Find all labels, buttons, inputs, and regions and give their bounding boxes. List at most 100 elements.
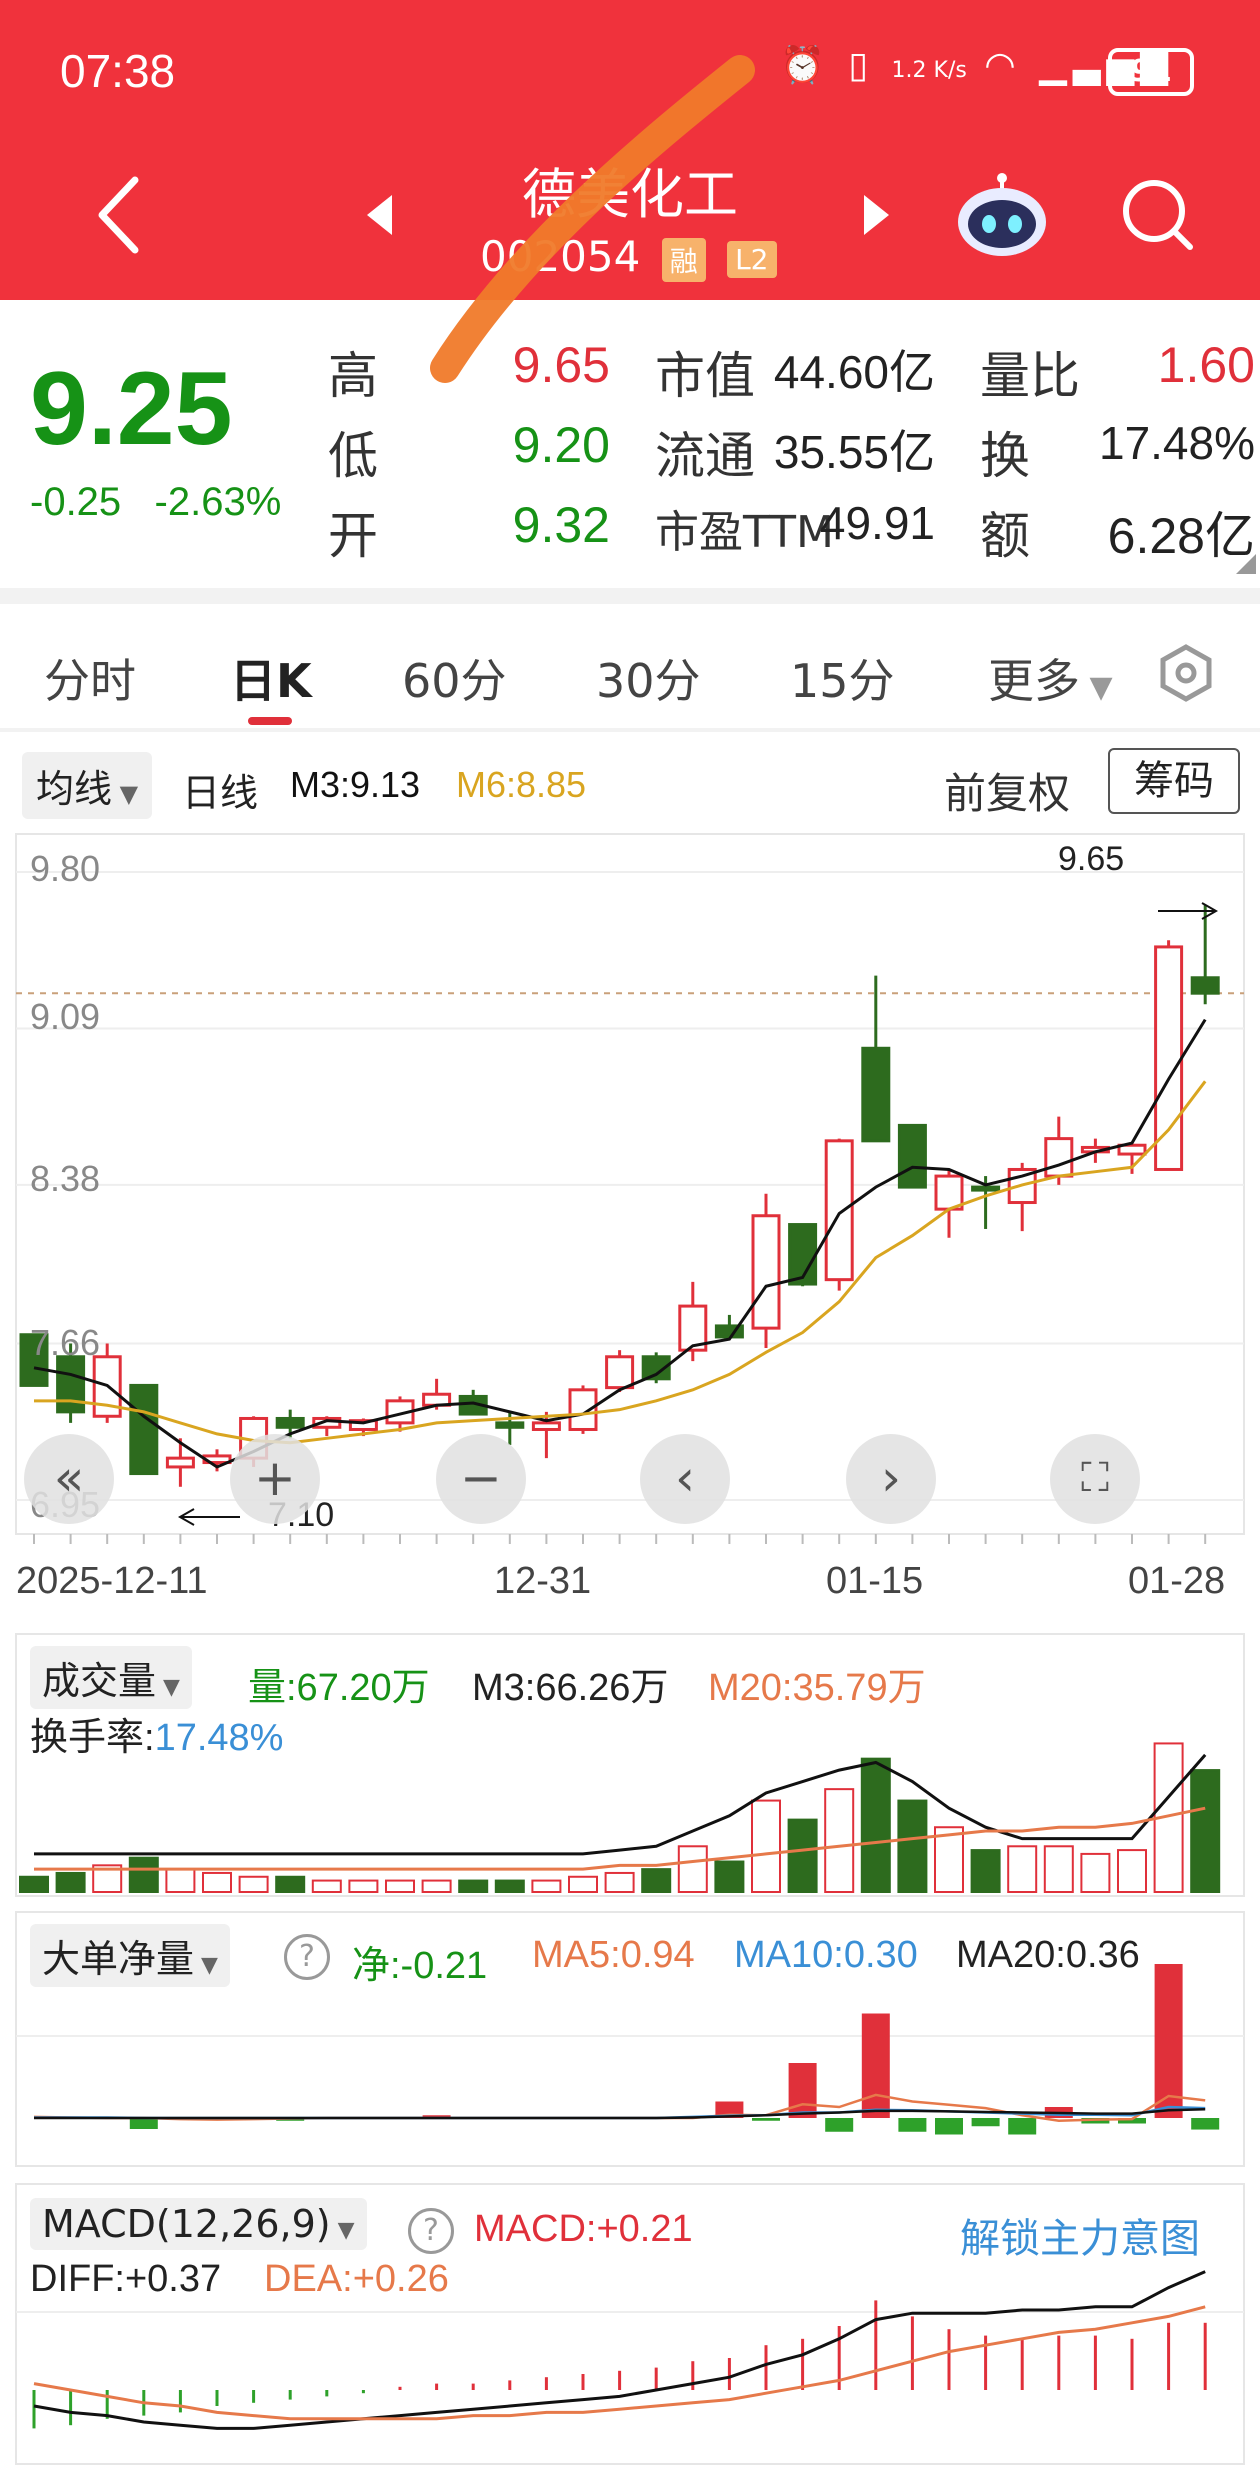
next-stock-icon[interactable] xyxy=(858,190,894,240)
macd-bar xyxy=(618,2370,622,2390)
macd-bar xyxy=(69,2390,73,2426)
stock-name: 德美化工 xyxy=(522,163,738,226)
tab-intraday[interactable]: 分时 xyxy=(44,645,136,711)
float-value: 35.55亿 xyxy=(773,426,935,478)
adjust-button[interactable]: 前复权 xyxy=(944,760,1070,821)
x-date-label: 12-31 xyxy=(494,1560,592,1602)
tab-15min[interactable]: 15分 xyxy=(790,645,895,711)
price-change: -0.25 -2.63% xyxy=(30,480,281,525)
bigorder-chart[interactable] xyxy=(0,1908,1260,2168)
pe-value: 49.91 xyxy=(819,497,935,549)
volume-chart[interactable] xyxy=(0,1630,1260,1900)
macd-bar xyxy=(1093,2335,1097,2390)
candle-body xyxy=(495,1421,525,1429)
scroll-right-button[interactable]: › xyxy=(846,1434,936,1524)
stock-code-row: 002054 融 L2 xyxy=(480,232,777,282)
tab-60min[interactable]: 60分 xyxy=(402,645,507,711)
volume-bar xyxy=(55,1871,86,1894)
chevron-down-icon: ▼ xyxy=(112,780,139,808)
macd-bar xyxy=(544,2377,548,2390)
volume-bar xyxy=(1080,1852,1111,1894)
macd-bar xyxy=(325,2390,329,2397)
stock-code: 002054 xyxy=(480,232,641,281)
mktcap-value: 44.60亿 xyxy=(773,346,935,398)
level2-tag: L2 xyxy=(727,241,777,278)
bigorder-bar xyxy=(935,2118,963,2135)
scroll-left-button[interactable]: ‹ xyxy=(640,1434,730,1524)
bigorder-bar xyxy=(971,2118,1000,2127)
volume-bar xyxy=(202,1871,232,1894)
candle-body xyxy=(56,1355,86,1414)
volume-bar xyxy=(641,1868,672,1893)
ma-dropdown[interactable]: 均线 ▼ xyxy=(22,752,153,819)
open-value: 9.32 xyxy=(512,497,610,553)
zoom-in-button[interactable]: + xyxy=(230,1434,320,1524)
volume-bar xyxy=(458,1879,489,1893)
bigorder-bar xyxy=(1008,2118,1037,2135)
candle-body xyxy=(275,1416,305,1429)
bigorder-bar xyxy=(788,2063,817,2118)
candle-body xyxy=(897,1123,927,1189)
change-percent: -2.63% xyxy=(154,480,282,524)
search-icon[interactable] xyxy=(1118,175,1198,255)
volume-bar xyxy=(128,1856,159,1893)
net-speed: 1.2 K/s xyxy=(891,58,967,83)
robot-assistant-icon[interactable] xyxy=(952,172,1052,262)
candle-body xyxy=(971,1185,1001,1192)
vol-ratio-label: 量比 xyxy=(980,347,1080,405)
tab-more-label: 更多 xyxy=(988,654,1080,708)
macd-bar xyxy=(178,2390,182,2413)
x-date-label: 01-15 xyxy=(826,1560,924,1602)
wifi-icon: ◠ xyxy=(984,45,1022,86)
volume-bar xyxy=(165,1868,196,1893)
margin-tag: 融 xyxy=(661,237,706,282)
macd-line-dea xyxy=(33,2305,1206,2421)
candle-body xyxy=(934,1174,964,1211)
y-tick: 9.09 xyxy=(30,996,101,1037)
x-date-label: 01-28 xyxy=(1128,1560,1226,1602)
settings-hexagon-icon[interactable] xyxy=(1156,643,1216,703)
battery-indicator: 91 xyxy=(1108,48,1194,96)
macd-bar xyxy=(910,2316,914,2390)
scroll-to-start-button[interactable]: « xyxy=(24,1434,114,1524)
macd-bar xyxy=(581,2374,585,2390)
change-value: -0.25 xyxy=(30,480,122,524)
status-time: 07:38 xyxy=(60,45,176,97)
macd-chart[interactable] xyxy=(0,2180,1260,2466)
tab-daily-k[interactable]: 日K xyxy=(230,645,312,711)
macd-bar xyxy=(252,2390,256,2403)
divider xyxy=(0,728,1260,732)
macd-bar xyxy=(1167,2322,1171,2390)
chevron-down-icon: ▼ xyxy=(1080,670,1113,705)
volume-bar xyxy=(824,1788,855,1893)
volume-bar xyxy=(275,1875,306,1894)
ma-dropdown-label: 均线 xyxy=(36,767,113,811)
ma3-value: M3:9.13 xyxy=(290,764,421,805)
turnover-label: 换 xyxy=(980,427,1030,485)
high-mark-label: 9.65 xyxy=(1058,840,1125,878)
volume-bar xyxy=(1007,1845,1038,1894)
macd-bar xyxy=(215,2390,219,2406)
ma6-value: M6:8.85 xyxy=(456,764,587,805)
tab-30min[interactable]: 30分 xyxy=(596,645,701,711)
tab-more[interactable]: 更多 ▼ xyxy=(988,645,1113,711)
period-label: 日线 xyxy=(182,773,259,815)
fullscreen-button[interactable]: ⛶ xyxy=(1050,1434,1140,1524)
x-date-label: 2025-12-11 xyxy=(16,1560,208,1602)
macd-bar xyxy=(691,2361,695,2390)
low-value: 9.20 xyxy=(512,417,610,473)
bigorder-bar xyxy=(129,2118,158,2129)
candle-body xyxy=(531,1421,561,1431)
volume-bar xyxy=(897,1799,928,1893)
volume-bar xyxy=(238,1875,269,1894)
y-tick: 8.38 xyxy=(30,1158,101,1199)
chips-button[interactable]: 筹码 xyxy=(1108,748,1240,814)
zoom-out-button[interactable]: − xyxy=(436,1434,526,1524)
bigorder-bar xyxy=(752,2118,780,2121)
divider xyxy=(0,588,1260,604)
candle-body xyxy=(1154,945,1184,1171)
candle-body xyxy=(1190,976,1220,995)
quote-panel: 9.25 -0.25 -2.63% 高 低 开 9.65 9.20 9.32 市… xyxy=(0,300,1260,585)
candle-body xyxy=(1044,1137,1074,1178)
corner-expand-icon[interactable] xyxy=(1236,554,1256,574)
